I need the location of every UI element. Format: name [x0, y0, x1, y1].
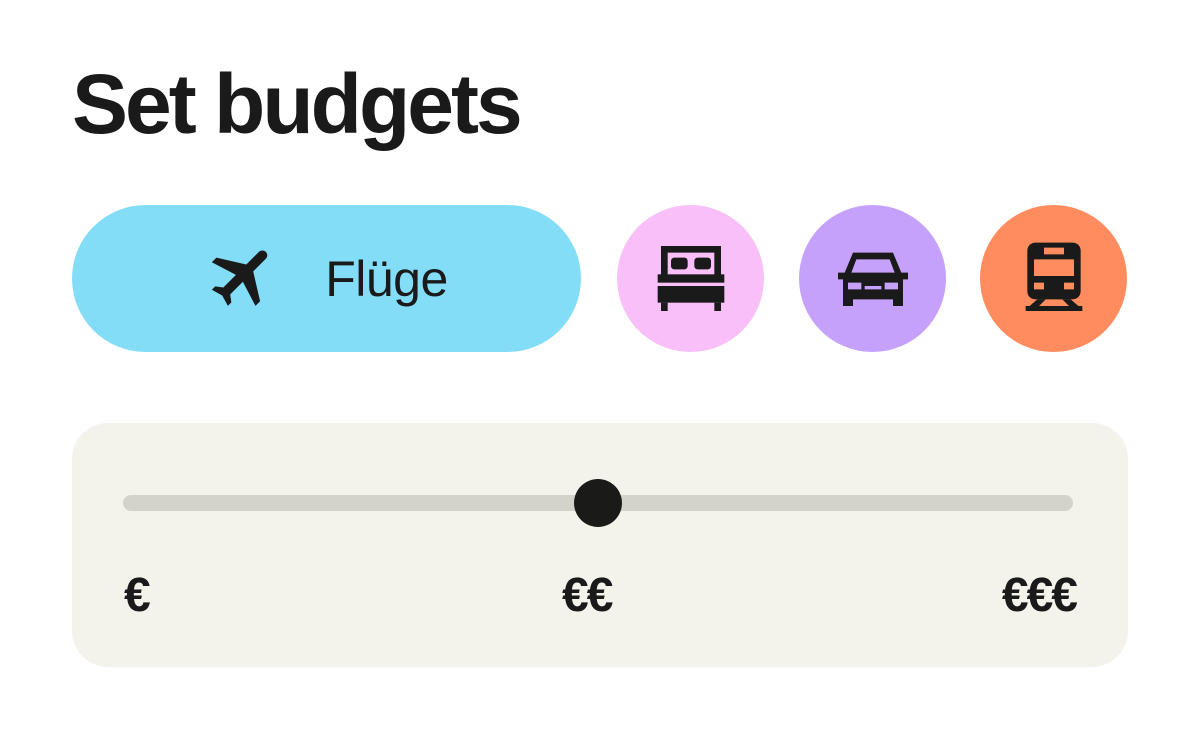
budget-label-mid: €€ — [562, 569, 613, 622]
budget-label-high: €€€ — [1001, 569, 1078, 622]
car-icon — [833, 236, 913, 321]
airplane-icon — [205, 237, 283, 320]
page-title: Set budgets — [72, 57, 523, 151]
category-flights-button[interactable]: Flüge — [72, 205, 581, 352]
bed-icon — [651, 236, 731, 321]
category-train-button[interactable] — [980, 205, 1127, 352]
budget-label-low: € — [124, 569, 151, 622]
budget-panel: € €€ €€€ — [72, 423, 1128, 667]
category-selector: Flüge — [72, 205, 1128, 352]
budget-slider-thumb[interactable] — [574, 479, 622, 527]
category-hotel-button[interactable] — [617, 205, 764, 352]
category-flights-label: Flüge — [325, 250, 448, 307]
category-car-button[interactable] — [799, 205, 946, 352]
train-icon — [1014, 236, 1094, 321]
